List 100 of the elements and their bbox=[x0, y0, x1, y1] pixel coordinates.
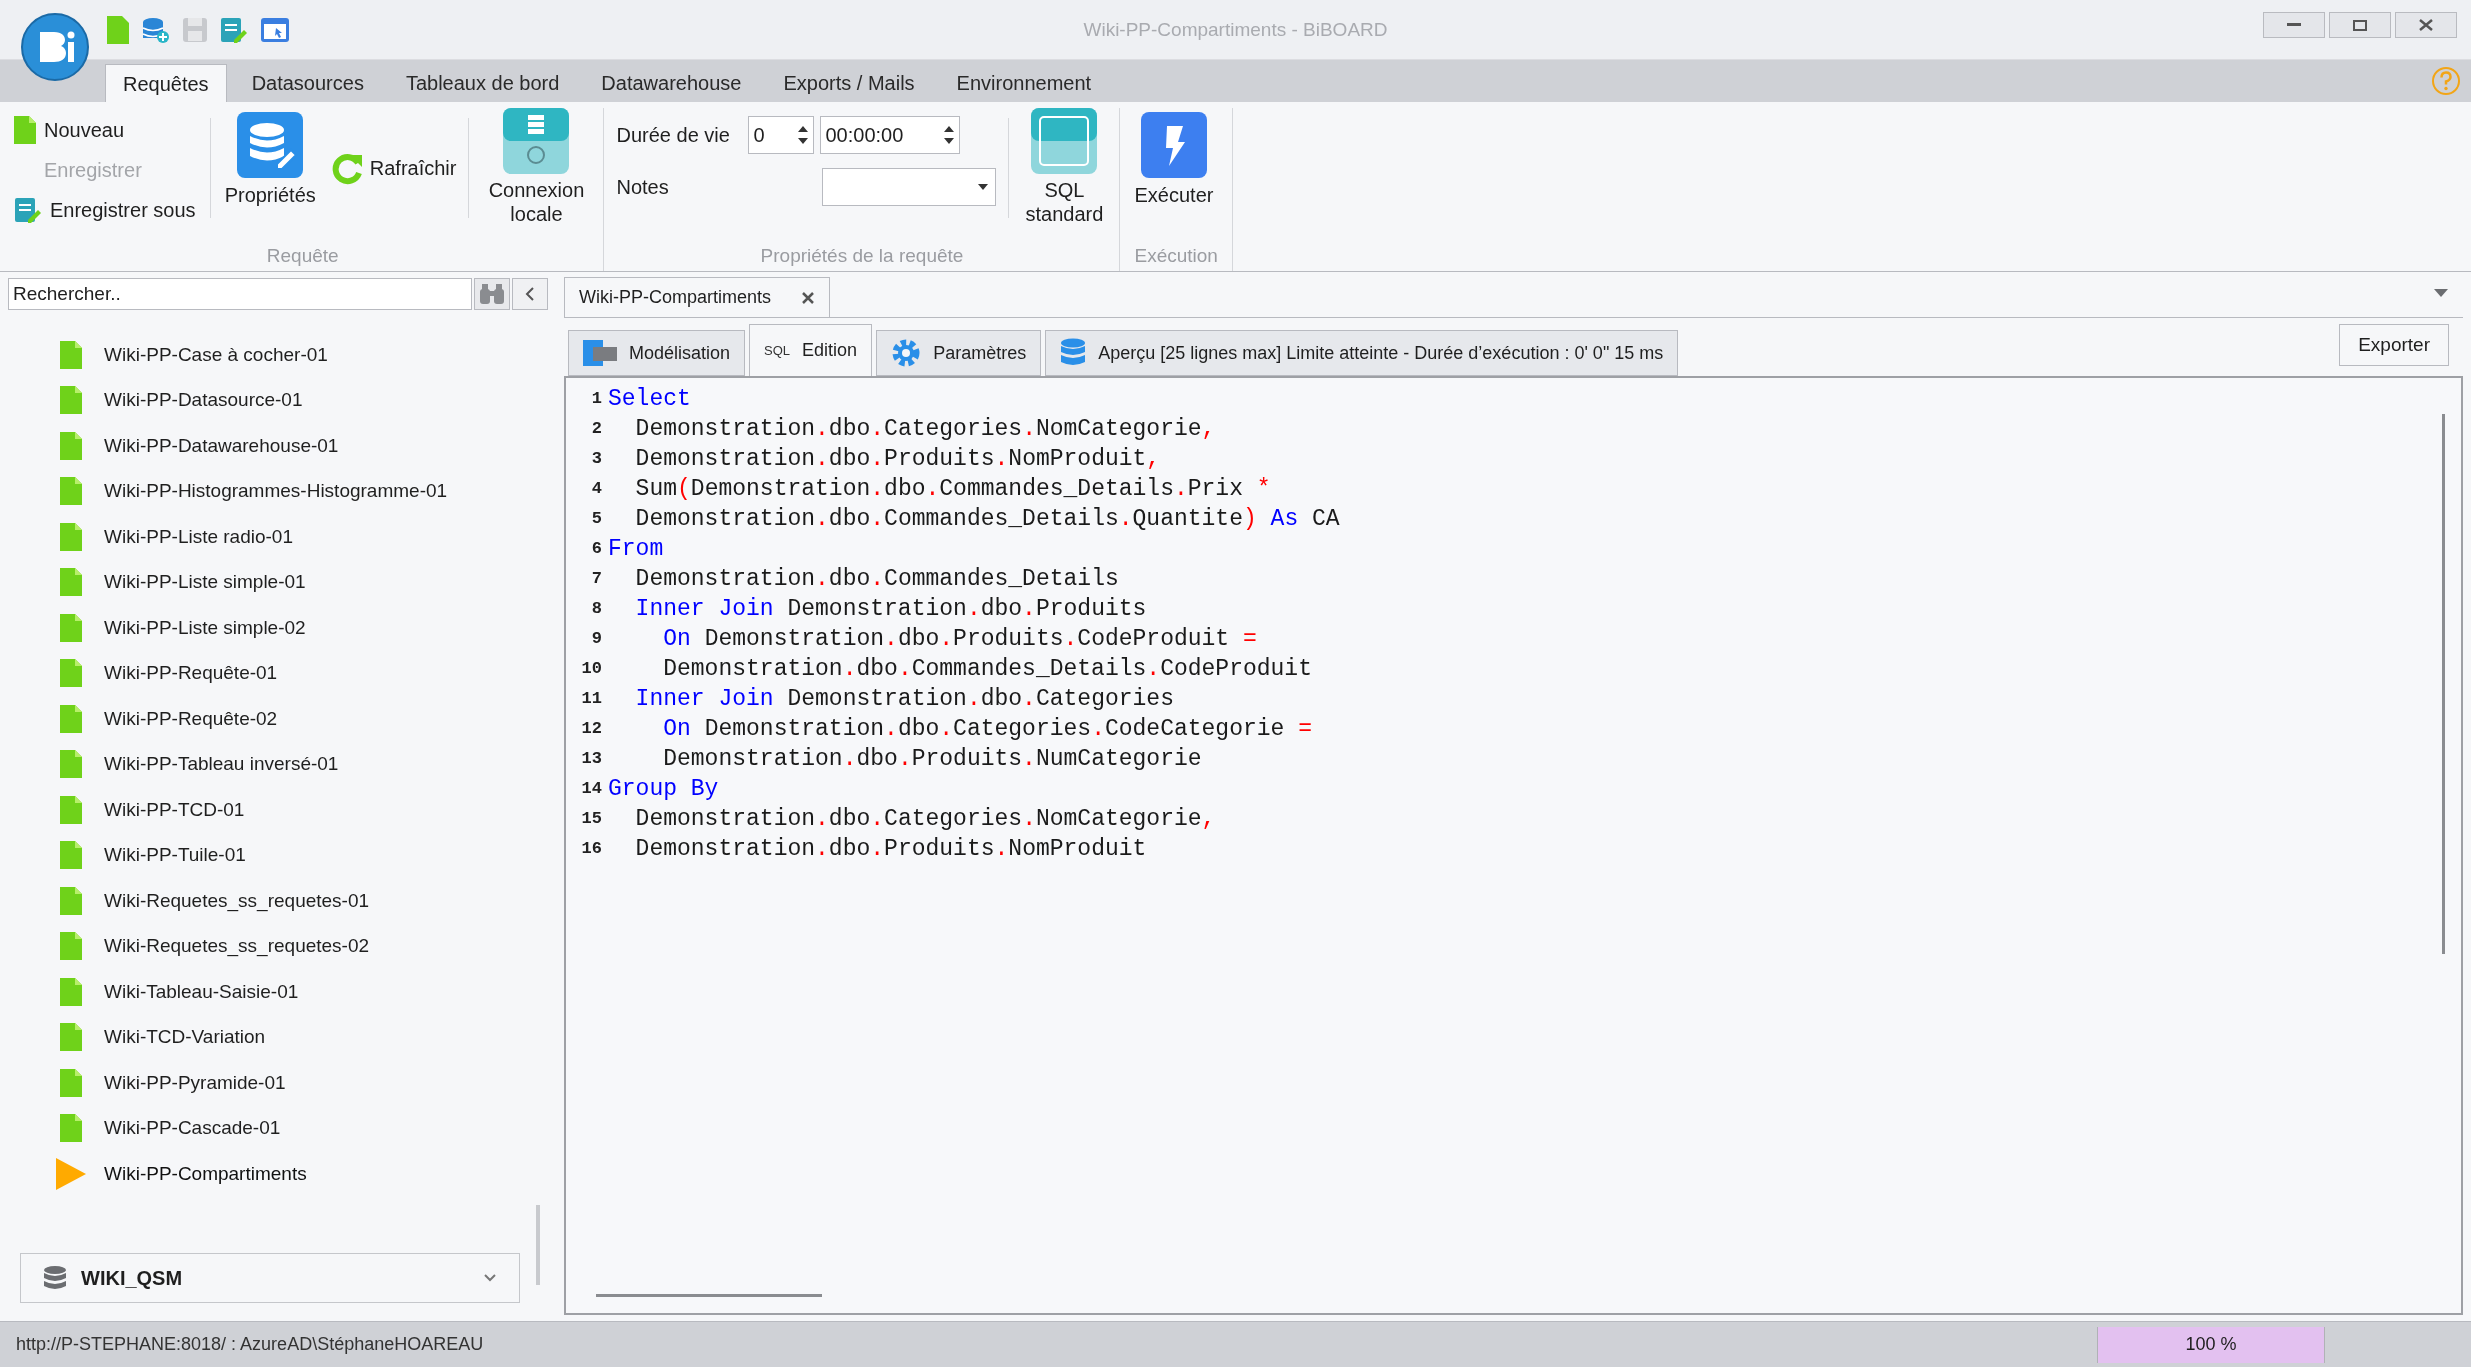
query-item[interactable]: Wiki-Tableau-Saisie-01 bbox=[104, 977, 299, 1006]
query-item[interactable]: Wiki-PP-Liste simple-01 bbox=[104, 568, 306, 597]
document-icon bbox=[60, 841, 82, 870]
line-number: 1 bbox=[590, 388, 602, 411]
editor-tab[interactable]: Paramètres bbox=[876, 330, 1042, 376]
code-line: On Demonstration.dbo.Produits.CodeProduit = bbox=[662, 624, 1257, 654]
editor-tab[interactable]: Modélisation bbox=[568, 330, 746, 376]
document-icon bbox=[14, 116, 36, 144]
query-item[interactable]: Wiki-PP-Liste radio-01 bbox=[104, 522, 293, 551]
database-icon bbox=[43, 1265, 67, 1291]
document-icon bbox=[60, 522, 82, 551]
ribbon-tab[interactable]: Requêtes bbox=[105, 64, 227, 102]
lifetime-spinner[interactable]: 0 bbox=[748, 116, 815, 154]
horizontal-scrollbar[interactable] bbox=[596, 1294, 822, 1297]
document-icon bbox=[60, 1114, 82, 1143]
ribbon-tab[interactable]: Datawarehouse bbox=[584, 64, 759, 102]
close-button[interactable] bbox=[2395, 12, 2457, 38]
document-icon bbox=[60, 1068, 82, 1097]
document-tab[interactable]: Wiki-PP-Compartiments bbox=[564, 277, 831, 317]
edit-document-icon[interactable] bbox=[220, 15, 248, 44]
database-add-icon[interactable] bbox=[142, 15, 170, 44]
close-icon bbox=[2419, 19, 2433, 31]
query-item[interactable]: Wiki-PP-Datasource-01 bbox=[104, 386, 303, 415]
ribbon-tab[interactable]: Tableaux de bord bbox=[388, 64, 577, 102]
vertical-scrollbar[interactable] bbox=[2442, 414, 2445, 954]
editor-tab[interactable]: Aperçu [25 lignes max] Limite atteinte - Durée d’exécution : 0' 0" 15 ms bbox=[1045, 330, 1679, 376]
notes-label: Notes bbox=[616, 175, 670, 200]
query-item[interactable]: Wiki-PP-Requête-01 bbox=[104, 659, 278, 688]
server-globe-icon bbox=[503, 108, 570, 174]
query-item[interactable]: Wiki-PP-Datawarehouse-01 bbox=[104, 431, 339, 460]
query-item[interactable]: Wiki-Requetes_ss_requetes-01 bbox=[104, 886, 370, 915]
code-line: Demonstration.dbo.Commandes_Details bbox=[634, 564, 1119, 594]
properties-button[interactable]: Propriétés bbox=[224, 108, 316, 210]
code-line: Demonstration.dbo.Produits.NumCategorie bbox=[662, 744, 1202, 774]
dropdown-caret-icon bbox=[977, 183, 990, 191]
database-preview-icon bbox=[1060, 338, 1087, 368]
document-icon bbox=[60, 659, 82, 688]
code-line: Sum(Demonstration.dbo.Commandes_Details.Prix * bbox=[634, 474, 1271, 504]
sql-standard-button[interactable]: SQL standard bbox=[1021, 108, 1108, 226]
query-item[interactable]: Wiki-PP-Tableau inversé-01 bbox=[104, 750, 339, 779]
lifetime-label: Durée de vie bbox=[616, 123, 731, 148]
query-item[interactable]: Wiki-PP-TCD-01 bbox=[104, 795, 245, 824]
zoom-label: 100 % bbox=[2184, 1333, 2238, 1356]
document-icon bbox=[60, 1023, 82, 1052]
line-number: 8 bbox=[590, 598, 602, 621]
chevron-left-icon bbox=[525, 286, 535, 302]
line-number: 12 bbox=[580, 718, 602, 741]
code-line: From bbox=[608, 534, 664, 564]
new-file-icon[interactable] bbox=[106, 15, 130, 44]
time-spinner[interactable]: 00:00:00 bbox=[820, 116, 961, 154]
gear-icon bbox=[891, 338, 922, 368]
execute-button[interactable]: Exécuter bbox=[1134, 108, 1214, 210]
close-icon[interactable] bbox=[801, 290, 816, 305]
code-line: Inner Join Demonstration.dbo.Categories bbox=[634, 684, 1174, 714]
line-number: 13 bbox=[580, 748, 602, 771]
code-line: Demonstration.dbo.Commandes_Details.CodeProduit bbox=[662, 654, 1312, 684]
code-line: Inner Join Demonstration.dbo.Produits bbox=[634, 594, 1147, 624]
search-field[interactable]: Rechercher.. bbox=[8, 278, 472, 310]
minimize-button[interactable] bbox=[2263, 12, 2325, 38]
ribbon-tab[interactable]: Environnement bbox=[939, 64, 1109, 102]
line-number: 6 bbox=[590, 538, 602, 561]
document-icon bbox=[60, 431, 82, 460]
query-item[interactable]: Wiki-PP-Tuile-01 bbox=[104, 841, 246, 870]
line-number: 7 bbox=[590, 568, 602, 591]
query-item[interactable]: Wiki-TCD-Variation bbox=[104, 1023, 266, 1052]
query-item[interactable]: Wiki-Requetes_ss_requetes-02 bbox=[104, 932, 370, 961]
document-icon bbox=[60, 386, 82, 415]
collapse-button[interactable] bbox=[512, 278, 548, 310]
group-label: Requête bbox=[265, 244, 340, 268]
group-label: Exécution bbox=[1134, 244, 1218, 268]
new-button[interactable]: Nouveau bbox=[14, 110, 196, 150]
line-number: 2 bbox=[590, 418, 602, 441]
line-number: 11 bbox=[580, 688, 602, 711]
query-item[interactable]: Wiki-PP-Cascade-01 bbox=[104, 1114, 281, 1143]
query-item[interactable]: Wiki-PP-Compartiments bbox=[104, 1159, 307, 1188]
search-button[interactable] bbox=[474, 278, 510, 310]
database-selector[interactable]: WIKI_QSM bbox=[20, 1253, 520, 1303]
query-item[interactable]: Wiki-PP-Case à cocher-01 bbox=[104, 340, 328, 369]
save-as-button[interactable]: Enregistrer sous bbox=[14, 190, 196, 230]
ribbon-tab[interactable]: Exports / Mails bbox=[766, 64, 932, 102]
save-as-icon bbox=[14, 196, 42, 224]
dropdown-caret-icon[interactable] bbox=[2433, 288, 2449, 298]
query-item[interactable]: Wiki-PP-Pyramide-01 bbox=[104, 1068, 286, 1097]
database-edit-icon bbox=[237, 112, 304, 178]
query-item[interactable]: Wiki-PP-Histogrammes-Histogramme-01 bbox=[104, 477, 448, 506]
code-line: Demonstration.dbo.Produits.NomProduit bbox=[634, 834, 1147, 864]
window-icon[interactable] bbox=[260, 16, 290, 43]
export-button[interactable]: Exporter bbox=[2339, 324, 2449, 366]
editor-tab[interactable]: SQL Edition bbox=[749, 324, 873, 376]
query-item[interactable]: Wiki-PP-Liste simple-02 bbox=[104, 613, 306, 642]
code-editor[interactable] bbox=[564, 376, 2463, 1315]
refresh-button[interactable]: Rafraîchir bbox=[329, 148, 457, 188]
ribbon-tab[interactable]: Datasources bbox=[234, 64, 381, 102]
local-connection-button[interactable]: Connexion locale bbox=[481, 108, 592, 226]
document-icon bbox=[60, 932, 82, 961]
maximize-button[interactable] bbox=[2329, 12, 2391, 38]
query-item[interactable]: Wiki-PP-Requête-02 bbox=[104, 704, 278, 733]
line-number: 9 bbox=[590, 628, 602, 651]
line-number: 15 bbox=[580, 808, 602, 831]
notes-dropdown[interactable] bbox=[822, 168, 997, 206]
